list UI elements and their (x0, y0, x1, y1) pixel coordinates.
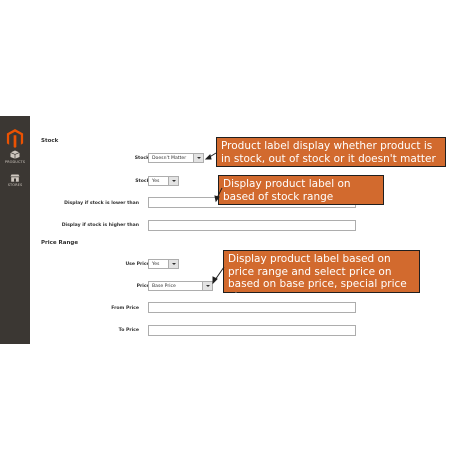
arrow-icon (204, 152, 217, 160)
arrow-icon (214, 187, 223, 203)
callout-arrows (204, 152, 225, 285)
arrow-icon (212, 266, 225, 285)
